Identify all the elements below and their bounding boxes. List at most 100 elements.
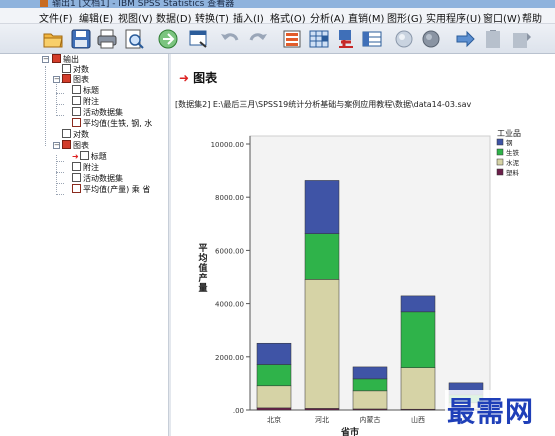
export-icon[interactable] xyxy=(157,28,179,50)
outline-pane[interactable]: − 输出 对数 − 图表 标题 附注 活动数据集 平均值(生铁, 钢, 水 对数… xyxy=(38,54,168,436)
x-tick-label: 内蒙古 xyxy=(360,415,381,424)
active-dataset-line: [数据集2] E:\最后三月\SPSS19统计分析基础与案例应用教程\数据\da… xyxy=(175,100,472,109)
outline-node-label: 输出 xyxy=(63,55,79,64)
legend-label: 钢 xyxy=(506,139,513,147)
outline-node-notes[interactable]: 附注 xyxy=(72,162,99,173)
x-tick-label: 河北 xyxy=(315,416,329,424)
menu-insert[interactable]: 插入(I) xyxy=(233,10,264,25)
log-icon xyxy=(62,129,71,138)
menu-edit[interactable]: 编辑(E) xyxy=(79,10,113,25)
y-tick-label: .00 xyxy=(233,407,244,415)
undo-icon[interactable] xyxy=(219,28,241,50)
legend-label: 水泥 xyxy=(506,158,520,167)
legend-label: 生铁 xyxy=(506,148,520,157)
legend-swatch xyxy=(496,138,504,146)
menu-window[interactable]: 窗口(W) xyxy=(483,10,521,25)
bar-segment xyxy=(304,233,340,280)
spss-app-icon xyxy=(40,0,48,7)
legend-swatch xyxy=(496,158,504,166)
menu-file[interactable]: 文件(F) xyxy=(39,10,73,25)
dataset-icon xyxy=(72,173,81,182)
goto-variable-icon[interactable] xyxy=(335,28,357,50)
outline-connector xyxy=(56,93,64,94)
outline-node-label: 图表 xyxy=(73,75,89,84)
menu-direct-marketing[interactable]: 直销(M) xyxy=(348,10,384,25)
menu-analyze[interactable]: 分析(A) xyxy=(310,10,345,25)
x-axis-title: 省市 xyxy=(340,426,359,436)
outline-node-graph[interactable]: 图表 xyxy=(62,140,89,151)
outline-node-notes[interactable]: 附注 xyxy=(72,96,99,107)
menu-help[interactable]: 帮助 xyxy=(522,10,542,25)
outline-connector xyxy=(56,172,64,173)
output-heading[interactable]: ➜ 图表 xyxy=(179,69,217,86)
outline-connector xyxy=(56,115,64,116)
outline-connector xyxy=(45,66,46,146)
selection-arrow-icon: ➜ xyxy=(72,152,79,161)
goto-case-icon[interactable] xyxy=(308,28,330,50)
menu-graphs[interactable]: 图形(G) xyxy=(387,10,423,25)
outline-node-chart[interactable]: 平均值(生铁, 钢, 水 xyxy=(72,118,152,129)
demote-icon[interactable] xyxy=(510,28,532,50)
legend-swatch xyxy=(496,168,504,176)
legend-title: 工业品 xyxy=(497,128,521,138)
bar-segment xyxy=(352,366,388,380)
collapse-toggle[interactable]: − xyxy=(53,142,60,149)
window-titlebar: 输出1 [文档1] - IBM SPSS Statistics 查看器 xyxy=(0,0,555,8)
outline-node-log[interactable]: 对数 xyxy=(62,129,89,140)
collapse-toggle[interactable]: − xyxy=(53,76,60,83)
toolbar xyxy=(0,24,555,54)
outline-node-title-selected[interactable]: ➜ 标题 xyxy=(72,151,107,162)
y-tick-label: 10000.00 xyxy=(211,141,244,149)
legend-swatch xyxy=(496,148,504,156)
menu-format[interactable]: 格式(O) xyxy=(270,10,306,25)
variables-icon[interactable] xyxy=(361,28,383,50)
show-all-icon[interactable] xyxy=(393,28,415,50)
dataset-icon xyxy=(72,107,81,116)
hide-icon[interactable] xyxy=(420,28,442,50)
promote-icon[interactable] xyxy=(482,28,504,50)
outline-node-graph[interactable]: 图表 xyxy=(62,74,89,85)
collapse-toggle[interactable]: − xyxy=(42,56,49,63)
print-preview-icon[interactable] xyxy=(123,28,145,50)
chart-icon xyxy=(72,118,81,127)
designate-window-icon[interactable] xyxy=(454,28,476,50)
recall-dialog-icon[interactable] xyxy=(188,28,210,50)
outline-connector xyxy=(56,161,64,162)
outline-node-label: 对数 xyxy=(73,130,89,139)
menu-utilities[interactable]: 实用程序(U) xyxy=(426,10,481,25)
window-title: 输出1 [文档1] - IBM SPSS Statistics 查看器 xyxy=(52,0,235,8)
outline-node-active-dataset[interactable]: 活动数据集 xyxy=(72,173,123,184)
bar-segment xyxy=(400,311,436,368)
outline-node-label: 平均值(产量) 乘 省 xyxy=(83,185,151,194)
bar-segment xyxy=(256,385,292,409)
print-icon[interactable] xyxy=(96,28,118,50)
x-tick-label: 北京 xyxy=(267,415,281,424)
outline-node-active-dataset[interactable]: 活动数据集 xyxy=(72,107,123,118)
open-icon[interactable] xyxy=(42,28,64,50)
bar-segment xyxy=(400,367,436,410)
goto-data-icon[interactable] xyxy=(281,28,303,50)
outline-connector xyxy=(56,194,64,195)
outline-node-label: 标题 xyxy=(83,86,99,95)
outline-node-label: 对数 xyxy=(73,65,89,74)
output-heading-text: 图表 xyxy=(193,71,218,85)
outline-node-label: 活动数据集 xyxy=(83,108,123,117)
menu-data[interactable]: 数据(D) xyxy=(156,10,192,25)
output-book-icon xyxy=(52,54,61,63)
menu-view[interactable]: 视图(V) xyxy=(118,10,153,25)
y-tick-label: 6000.00 xyxy=(215,247,244,255)
title-icon xyxy=(72,85,81,94)
redo-icon[interactable] xyxy=(247,28,269,50)
outline-node-chart[interactable]: 平均值(产量) 乘 省 xyxy=(72,184,150,195)
outline-connector xyxy=(56,104,64,105)
bar-segment xyxy=(400,295,436,313)
save-icon[interactable] xyxy=(70,28,92,50)
outline-node-title[interactable]: 标题 xyxy=(72,85,99,96)
menu-transform[interactable]: 转换(T) xyxy=(195,10,229,25)
chart-icon xyxy=(72,184,81,193)
current-item-arrow-icon: ➜ xyxy=(179,71,190,85)
y-tick-label: 2000.00 xyxy=(215,354,244,362)
x-tick-label: 山西 xyxy=(411,415,425,424)
bar-segment xyxy=(352,390,388,410)
outline-node-label: 图表 xyxy=(73,141,89,150)
